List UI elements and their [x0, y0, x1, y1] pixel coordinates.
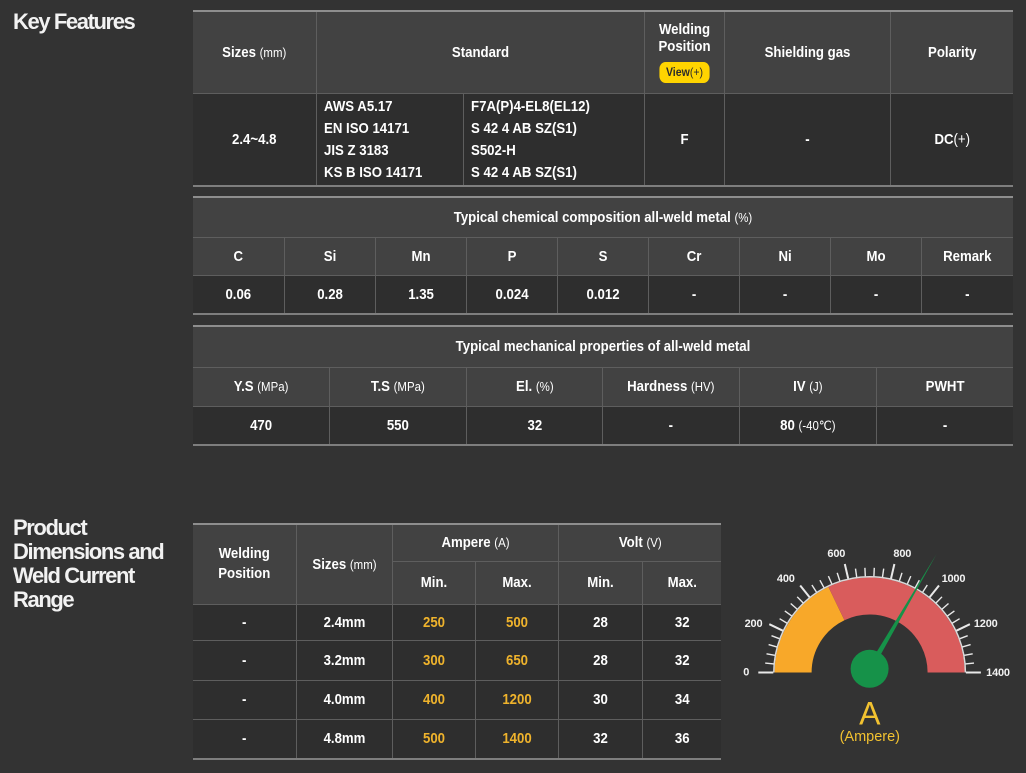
svg-text:1000: 1000 — [942, 573, 966, 585]
svg-text:A: A — [859, 695, 881, 731]
svg-text:600: 600 — [827, 548, 845, 560]
svg-text:(Ampere): (Ampere) — [840, 729, 900, 745]
svg-text:0: 0 — [743, 666, 749, 678]
svg-text:400: 400 — [777, 573, 795, 585]
svg-text:1400: 1400 — [986, 667, 1010, 679]
svg-text:1200: 1200 — [974, 618, 998, 630]
svg-text:800: 800 — [893, 548, 911, 560]
svg-text:200: 200 — [745, 618, 763, 630]
